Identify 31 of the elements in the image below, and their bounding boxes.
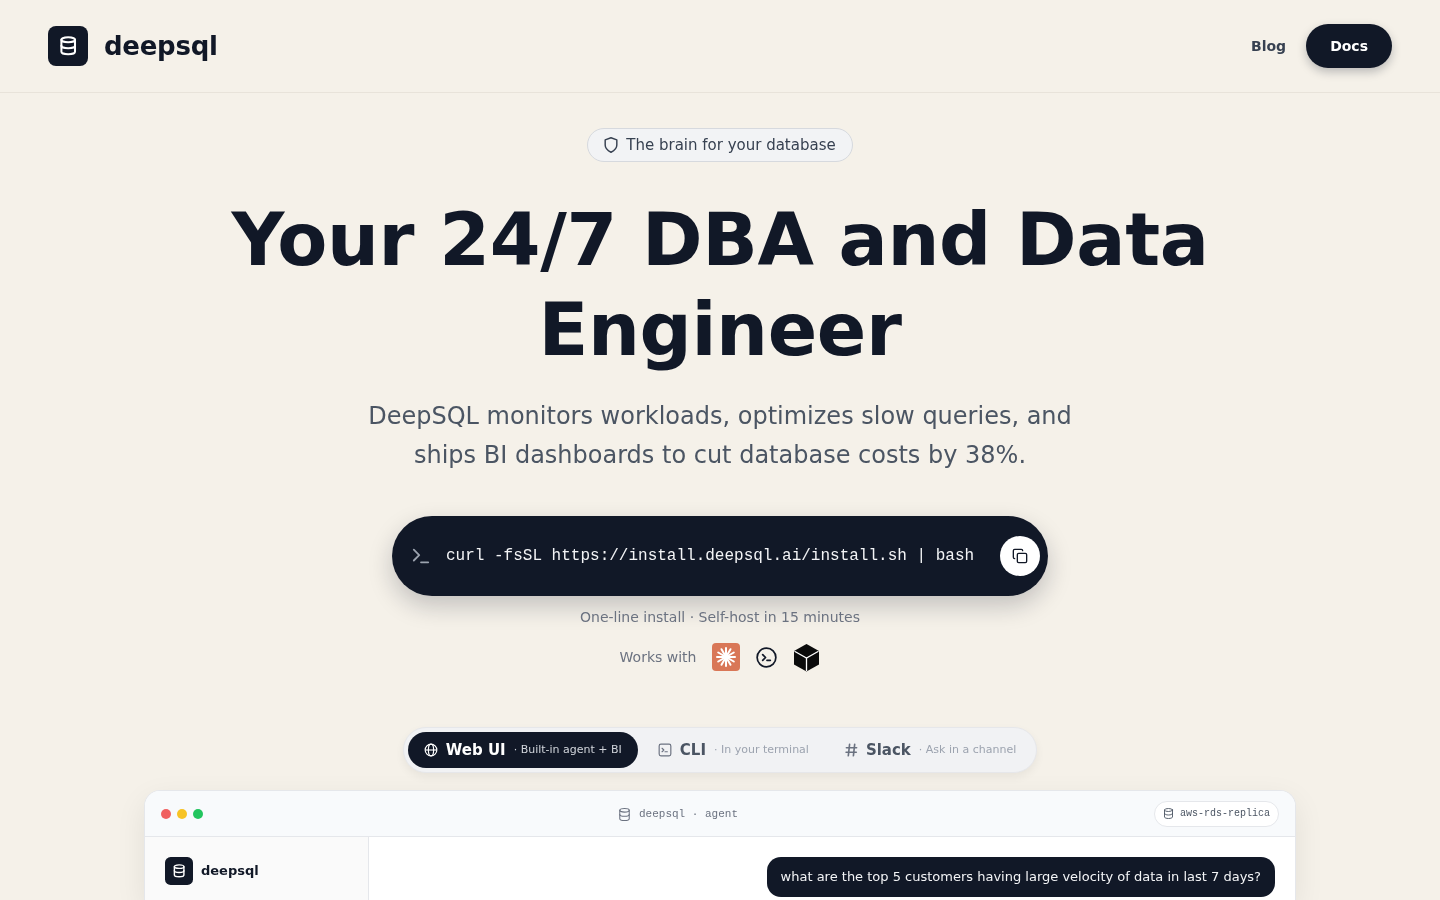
install-command: curl -fsSL https://install.deepsql.ai/install.sh | bash [446, 546, 975, 567]
database-logo-icon [48, 26, 88, 66]
works-with-label: Works with [619, 647, 697, 667]
window-controls-icon [161, 808, 203, 819]
nav-link[interactable]: Blog [1251, 35, 1287, 57]
sidebar-brand: deepsql [201, 862, 259, 881]
connection-selector[interactable]: aws-rds-replica [1154, 800, 1279, 827]
mode-tab[interactable]: Web UI · Built-in agent + BI [407, 732, 638, 768]
prompt-icon [412, 547, 430, 565]
install-note: One-line install · Self-host in 15 minutes [580, 608, 860, 627]
user-message: what are the top 5 customers having large velocity of data in last 7 days? [766, 857, 1275, 897]
brand-name: deepsql [104, 29, 218, 63]
docs-button[interactable]: Docs [1306, 24, 1392, 68]
mode-tab[interactable]: Slack · Ask in a channel [828, 732, 1033, 768]
database-logo-icon [165, 857, 193, 885]
shield-icon [604, 137, 619, 153]
hero-heading: Your 24/7 DBA and Data Engineer [230, 196, 1210, 374]
terminal-circle-icon [756, 646, 778, 668]
copy-icon [1012, 548, 1028, 564]
globe-icon [423, 743, 438, 757]
copy-button[interactable] [1000, 536, 1040, 576]
mode-tab[interactable]: CLI · In your terminal [641, 732, 825, 768]
database-icon [618, 807, 631, 821]
tagline-text: The brain for your database [626, 134, 836, 156]
hero-subtitle: DeepSQL monitors workloads, optimizes slow queries, and ships BI dashboards to cut database costs by 38%. [367, 401, 1073, 471]
hash-icon [844, 743, 858, 757]
starburst-icon [712, 643, 741, 671]
terminal-icon [657, 743, 672, 757]
window-title: deepsql · agent [639, 807, 739, 822]
database-icon [1163, 808, 1174, 819]
cube-icon [793, 642, 821, 672]
